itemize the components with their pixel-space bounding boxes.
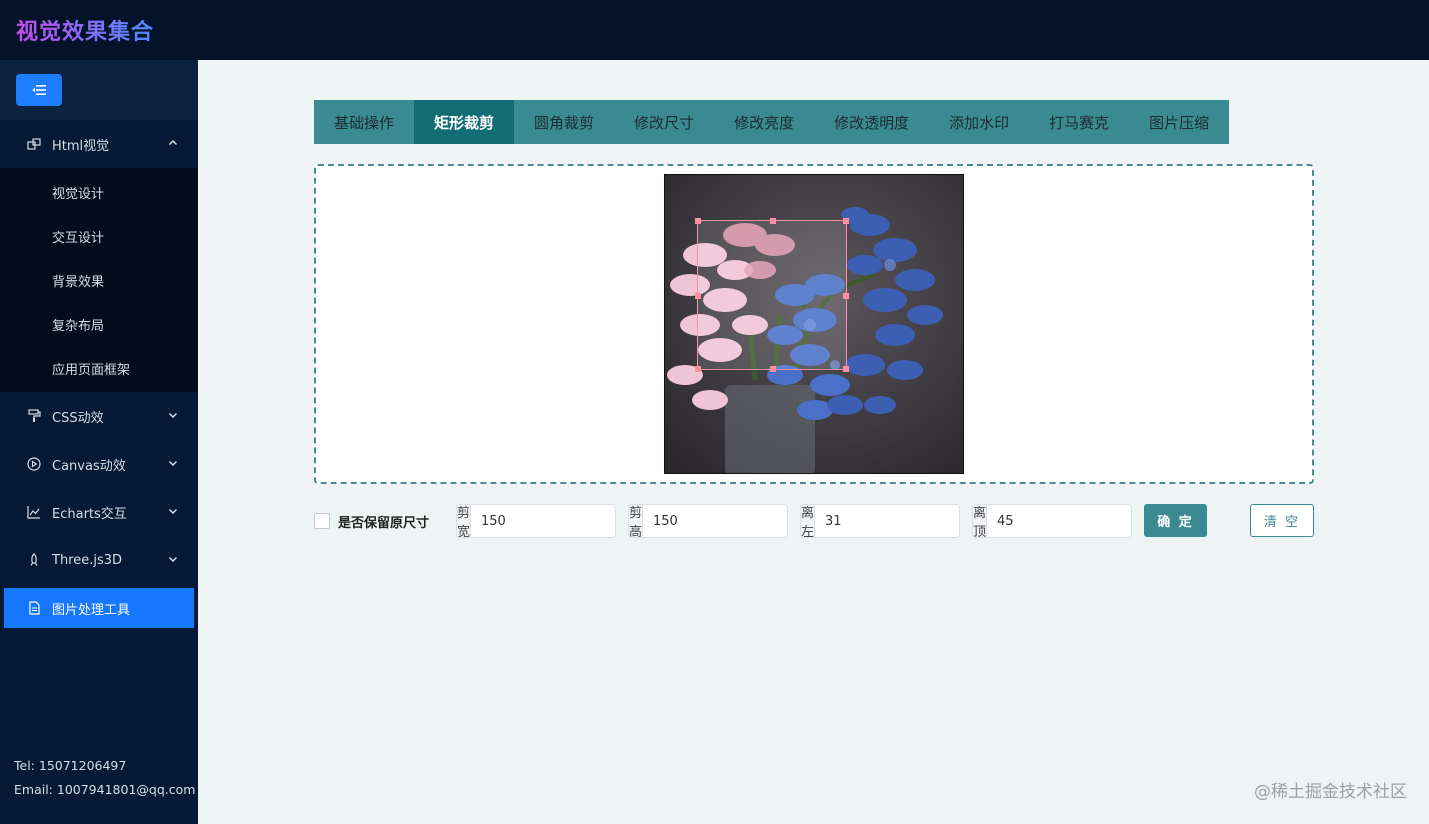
menu-fold-icon: [32, 85, 46, 95]
crop-handle-nw[interactable]: [695, 218, 701, 224]
crop-handle-s[interactable]: [770, 366, 776, 372]
crop-left-label: 距离左侧: [801, 505, 816, 538]
contact-email: Email: 1007941801@qq.com: [14, 782, 196, 797]
menu-css-animation[interactable]: CSS动效: [0, 392, 198, 440]
crop-top-field: 距离顶部: [972, 504, 1132, 538]
menu-echarts-interaction-label: Echarts交互: [52, 506, 127, 522]
crop-width-label: 裁剪宽度: [457, 505, 472, 538]
menu-threejs-3d-label: Three.js3D: [52, 552, 123, 568]
app-title: 视觉效果集合: [16, 14, 154, 46]
crop-width-field: 裁剪宽度: [456, 504, 616, 538]
keep-size-label: 是否保留原尺寸: [338, 515, 430, 531]
tab-watermark[interactable]: 添加水印: [929, 100, 1029, 144]
crop-width-input[interactable]: [471, 505, 615, 537]
submenu-html-visual: 视觉设计 交互设计 背景效果 复杂布局 应用页面框架: [0, 168, 198, 392]
crop-handle-sw[interactable]: [695, 366, 701, 372]
contact-tel: Tel: 15071206497: [14, 758, 127, 773]
tab-mosaic[interactable]: 打马赛克: [1029, 100, 1129, 144]
crop-height-field: 裁剪高度: [628, 504, 788, 538]
menu-canvas-animation-label: Canvas动效: [52, 458, 126, 474]
menu-threejs-3d[interactable]: Three.js3D: [0, 536, 198, 584]
menu-css-animation-label: CSS动效: [52, 410, 104, 426]
keep-size-option[interactable]: 是否保留原尺寸: [314, 504, 429, 538]
sidebar-collapse-button[interactable]: [16, 74, 62, 106]
crop-handle-n[interactable]: [770, 218, 776, 224]
submenu-item-background-effects[interactable]: 背景效果: [0, 258, 198, 302]
flower-image: [664, 174, 964, 474]
menu-image-tools[interactable]: 图片处理工具: [4, 588, 194, 628]
clear-button[interactable]: 清 空: [1250, 504, 1314, 537]
crop-left-input[interactable]: [815, 505, 959, 537]
submenu-item-app-frame[interactable]: 应用页面框架: [0, 346, 198, 390]
crop-height-label: 裁剪高度: [629, 505, 644, 538]
submenu-item-complex-layout[interactable]: 复杂布局: [0, 302, 198, 346]
keep-size-checkbox[interactable]: [314, 513, 330, 529]
crop-height-input[interactable]: [643, 505, 787, 537]
crop-selection-box[interactable]: [695, 218, 849, 372]
chevron-up-icon: [168, 137, 178, 152]
crop-left-field: 距离左侧: [800, 504, 960, 538]
confirm-button[interactable]: 确 定: [1144, 504, 1207, 537]
sidebar: Html视觉 视觉设计 交互设计 背景效果 复杂布局 应用页面框架 CSS动效 …: [0, 60, 198, 824]
crop-top-label: 距离顶部: [973, 505, 988, 538]
menu-canvas-animation[interactable]: Canvas动效: [0, 440, 198, 488]
chevron-down-icon: [168, 409, 178, 424]
contact-info: Tel: 15071206497 Email: 1007941801@qq.co…: [14, 754, 195, 802]
play-circle-icon: [26, 456, 42, 472]
crop-handle-se[interactable]: [843, 366, 849, 372]
chevron-down-icon: [168, 553, 178, 568]
tab-round-crop[interactable]: 圆角裁剪: [514, 100, 614, 144]
menu-echarts-interaction[interactable]: Echarts交互: [0, 488, 198, 536]
line-chart-icon: [26, 504, 42, 520]
tool-tabs: 基础操作 矩形裁剪 圆角裁剪 修改尺寸 修改亮度 修改透明度 添加水印 打马赛克…: [314, 100, 1230, 144]
layers-icon: [26, 136, 42, 152]
menu-image-tools-label: 图片处理工具: [52, 602, 131, 618]
top-bar: 视觉效果集合: [0, 0, 1429, 60]
crop-handle-w[interactable]: [695, 293, 701, 299]
crop-handle-ne[interactable]: [843, 218, 849, 224]
image-canvas-area: [314, 164, 1314, 484]
tab-opacity[interactable]: 修改透明度: [814, 100, 929, 144]
menu-html-visual-label: Html视觉: [52, 138, 110, 154]
paint-roller-icon: [26, 408, 42, 424]
rocket-icon: [26, 552, 42, 568]
crop-controls: 是否保留原尺寸 裁剪宽度 裁剪高度 距离左侧 距离顶部 确 定 清 空: [314, 504, 1314, 538]
chevron-down-icon: [168, 457, 178, 472]
main-content: 基础操作 矩形裁剪 圆角裁剪 修改尺寸 修改亮度 修改透明度 添加水印 打马赛克…: [198, 60, 1429, 824]
chevron-down-icon: [168, 505, 178, 520]
tab-brightness[interactable]: 修改亮度: [714, 100, 814, 144]
tab-compress[interactable]: 图片压缩: [1129, 100, 1229, 144]
tab-basic-ops[interactable]: 基础操作: [314, 100, 414, 144]
tab-resize[interactable]: 修改尺寸: [614, 100, 714, 144]
menu-html-visual[interactable]: Html视觉: [0, 120, 198, 168]
watermark-text: @稀土掘金技术社区: [1254, 782, 1407, 802]
tab-rect-crop[interactable]: 矩形裁剪: [414, 100, 515, 144]
submenu-item-visual-design[interactable]: 视觉设计: [0, 170, 198, 214]
crop-top-input[interactable]: [987, 505, 1131, 537]
submenu-item-interaction-design[interactable]: 交互设计: [0, 214, 198, 258]
crop-handle-e[interactable]: [843, 293, 849, 299]
sidebar-collapse-row: [0, 60, 198, 120]
file-icon: [26, 600, 42, 616]
